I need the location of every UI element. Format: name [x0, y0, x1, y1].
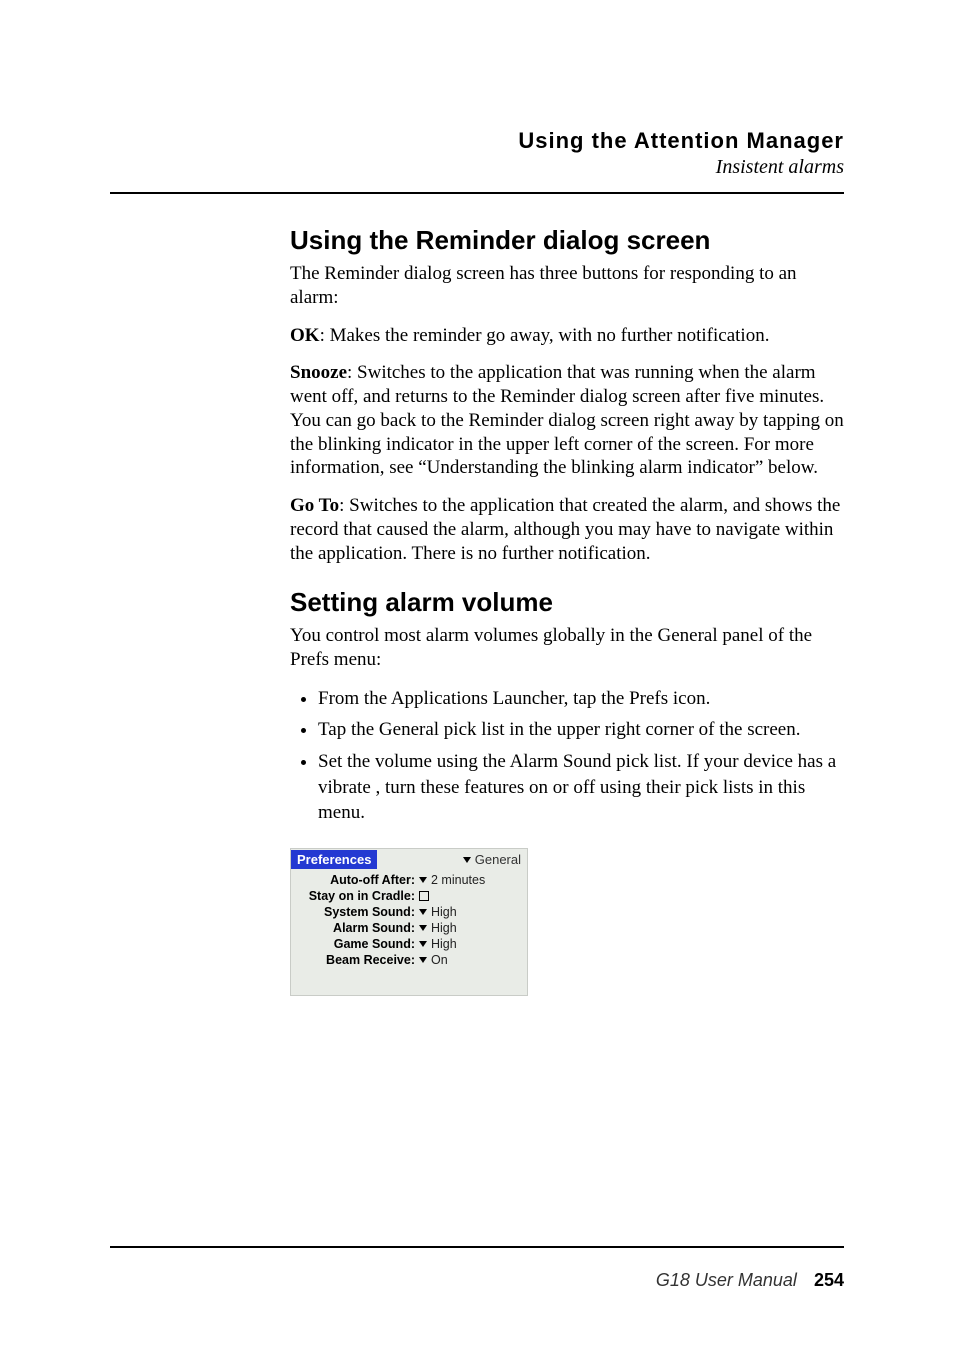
- checkbox-icon: [419, 891, 429, 901]
- alarm-sound-picklist[interactable]: High: [419, 921, 457, 935]
- prefs-title: Preferences: [291, 850, 377, 869]
- chapter-title: Using the Attention Manager: [110, 128, 844, 154]
- beam-receive-row: Beam Receive: On: [291, 951, 527, 967]
- snooze-paragraph: Snooze: Switches to the application that…: [290, 361, 844, 480]
- game-sound-value: High: [431, 937, 457, 951]
- auto-off-value: 2 minutes: [431, 873, 485, 887]
- snooze-text: : Switches to the application that was r…: [290, 362, 844, 478]
- section1-title: Using the Reminder dialog screen: [290, 225, 844, 256]
- list-item: Tap the General pick list in the upper r…: [318, 717, 844, 743]
- list-item: Set the volume using the Alarm Sound pic…: [318, 749, 844, 826]
- stay-on-cradle-checkbox[interactable]: [419, 891, 429, 901]
- goto-text: : Switches to the application that creat…: [290, 495, 840, 564]
- section1-intro: The Reminder dialog screen has three but…: [290, 262, 844, 310]
- goto-paragraph: Go To: Switches to the application that …: [290, 494, 844, 565]
- footer-divider: [110, 1246, 844, 1248]
- system-sound-row: System Sound: High: [291, 903, 527, 919]
- system-sound-value: High: [431, 905, 457, 919]
- beam-receive-value: On: [431, 953, 448, 967]
- alarm-sound-value: High: [431, 921, 457, 935]
- game-sound-picklist[interactable]: High: [419, 937, 457, 951]
- section2-intro: You control most alarm volumes globally …: [290, 624, 844, 672]
- triangle-down-icon: [419, 909, 427, 915]
- beam-receive-picklist[interactable]: On: [419, 953, 448, 967]
- stay-on-cradle-row: Stay on in Cradle:: [291, 887, 527, 903]
- stay-on-cradle-label: Stay on in Cradle:: [297, 889, 419, 903]
- bullet-list: From the Applications Launcher, tap the …: [290, 686, 844, 826]
- chapter-subtitle: Insistent alarms: [110, 156, 844, 179]
- preferences-screenshot: Preferences General Auto-off After: 2 mi…: [290, 848, 528, 996]
- prefs-category-picklist[interactable]: General: [463, 852, 527, 867]
- triangle-down-icon: [419, 941, 427, 947]
- triangle-down-icon: [419, 877, 427, 883]
- auto-off-picklist[interactable]: 2 minutes: [419, 873, 485, 887]
- list-item: From the Applications Launcher, tap the …: [318, 686, 844, 712]
- content-column: Using the Reminder dialog screen The Rem…: [290, 225, 844, 996]
- page: Using the Attention Manager Insistent al…: [0, 0, 954, 1351]
- ok-text: : Makes the reminder go away, with no fu…: [320, 325, 770, 346]
- prefs-category-value: General: [475, 852, 521, 867]
- goto-label: Go To: [290, 495, 339, 516]
- manual-name: G18 User Manual: [656, 1270, 797, 1290]
- system-sound-label: System Sound:: [297, 905, 419, 919]
- prefs-titlebar: Preferences General: [291, 849, 527, 871]
- section2-title: Setting alarm volume: [290, 587, 844, 618]
- ok-paragraph: OK: Makes the reminder go away, with no …: [290, 324, 844, 348]
- alarm-sound-row: Alarm Sound: High: [291, 919, 527, 935]
- system-sound-picklist[interactable]: High: [419, 905, 457, 919]
- page-footer: G18 User Manual 254: [656, 1270, 844, 1291]
- ok-label: OK: [290, 325, 320, 346]
- triangle-down-icon: [463, 857, 471, 863]
- beam-receive-label: Beam Receive:: [297, 953, 419, 967]
- game-sound-label: Game Sound:: [297, 937, 419, 951]
- page-header: Using the Attention Manager Insistent al…: [110, 128, 844, 179]
- auto-off-row: Auto-off After: 2 minutes: [291, 871, 527, 887]
- triangle-down-icon: [419, 957, 427, 963]
- alarm-sound-label: Alarm Sound:: [297, 921, 419, 935]
- page-number: 254: [814, 1270, 844, 1290]
- auto-off-label: Auto-off After:: [297, 873, 419, 887]
- game-sound-row: Game Sound: High: [291, 935, 527, 951]
- triangle-down-icon: [419, 925, 427, 931]
- header-divider: [110, 192, 844, 194]
- snooze-label: Snooze: [290, 362, 347, 383]
